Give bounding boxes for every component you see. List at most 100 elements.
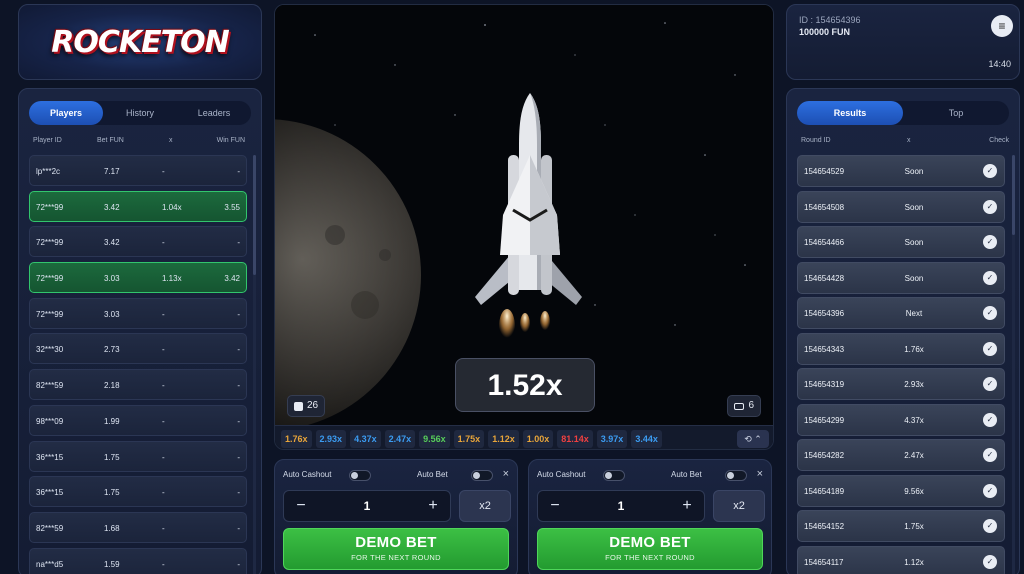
results-scrollbar[interactable] bbox=[1012, 155, 1015, 574]
round-multiplier: Soon bbox=[904, 238, 924, 247]
decrease-button[interactable]: − bbox=[540, 491, 570, 521]
player-win: - bbox=[237, 523, 240, 533]
close-icon[interactable]: × bbox=[757, 468, 763, 480]
result-row[interactable]: 154654529 Soon ✓ bbox=[797, 155, 1005, 187]
players-scrollbar-thumb[interactable] bbox=[253, 155, 256, 275]
player-row: 72***99 3.42 - - bbox=[29, 226, 247, 258]
player-id: 82***59 bbox=[36, 381, 64, 391]
bet-panel-1: Auto Cashout Auto Bet × − 1 + x2 DEMO BE… bbox=[274, 459, 518, 574]
auto-bet-toggle[interactable] bbox=[471, 470, 493, 481]
col-check: Check bbox=[989, 137, 1009, 144]
bet-amount-input[interactable]: 1 bbox=[314, 491, 420, 521]
bet-amount-input[interactable]: 1 bbox=[568, 491, 674, 521]
player-multiplier: - bbox=[162, 381, 165, 391]
player-row: 72***99 3.03 - - bbox=[29, 297, 247, 329]
players-count-icon bbox=[294, 401, 303, 411]
round-multiplier: 2.93x bbox=[904, 380, 924, 389]
player-id: 72***99 bbox=[36, 202, 64, 212]
player-win: - bbox=[237, 488, 240, 498]
double-bet-button[interactable]: x2 bbox=[459, 490, 511, 522]
double-bet-button[interactable]: x2 bbox=[713, 490, 765, 522]
auto-bet-toggle[interactable] bbox=[725, 470, 747, 481]
results-panel: Results Top Round ID x Check 154654529 So… bbox=[786, 88, 1020, 574]
result-row[interactable]: 154654152 1.75x ✓ bbox=[797, 510, 1005, 542]
result-row[interactable]: 154654466 Soon ✓ bbox=[797, 226, 1005, 258]
demo-bet-subtitle: FOR THE NEXT ROUND bbox=[605, 553, 695, 562]
toggle-knob bbox=[727, 472, 734, 479]
shield-check-icon[interactable]: ✓ bbox=[983, 448, 997, 462]
round-id: 154654396 bbox=[804, 309, 845, 318]
tab-history[interactable]: History bbox=[103, 101, 177, 125]
result-row[interactable]: 154654396 Next ✓ bbox=[797, 297, 1005, 329]
bet-amount-stepper: − 1 + bbox=[283, 490, 451, 522]
results-list: 154654529 Soon ✓ 154654508 Soon ✓ 154654466 Soo… bbox=[797, 155, 1005, 574]
shield-check-icon[interactable]: ✓ bbox=[983, 306, 997, 320]
increase-button[interactable]: + bbox=[418, 491, 448, 521]
round-id: 154654428 bbox=[804, 273, 845, 283]
result-row[interactable]: 154654428 Soon ✓ bbox=[797, 261, 1005, 294]
demo-bet-subtitle: FOR THE NEXT ROUND bbox=[351, 553, 441, 562]
shield-check-icon[interactable]: ✓ bbox=[983, 199, 997, 214]
shield-check-icon[interactable]: ✓ bbox=[983, 554, 997, 569]
player-multiplier: - bbox=[162, 238, 165, 248]
player-multiplier: 1.04x bbox=[162, 202, 182, 212]
toggle-knob bbox=[351, 472, 358, 479]
result-row[interactable]: 154654343 1.76x ✓ bbox=[797, 332, 1005, 365]
rocketon-logo: ROCKETON bbox=[51, 25, 229, 60]
decrease-button[interactable]: − bbox=[286, 491, 316, 521]
player-bet: 3.42 bbox=[104, 202, 120, 212]
round-multiplier: Next bbox=[905, 309, 923, 318]
player-row: 98***09 1.99 - - bbox=[29, 404, 247, 436]
clock-time: 14:40 bbox=[988, 59, 1011, 69]
round-id: 154654529 bbox=[804, 167, 845, 176]
player-multiplier: - bbox=[162, 559, 165, 569]
increase-button[interactable]: + bbox=[672, 491, 702, 521]
player-multiplier: - bbox=[162, 345, 165, 355]
shield-check-icon[interactable]: ✓ bbox=[983, 341, 997, 356]
shield-check-icon[interactable]: ✓ bbox=[983, 270, 997, 285]
hamburger-icon[interactable]: ≡ bbox=[991, 15, 1013, 37]
player-row: 36***15 1.75 - - bbox=[29, 440, 247, 472]
bet-panel-2-options: Auto Cashout Auto Bet × bbox=[537, 468, 763, 482]
player-multiplier: - bbox=[162, 452, 165, 462]
player-row: 82***59 1.68 - - bbox=[29, 511, 247, 543]
close-icon[interactable]: × bbox=[503, 468, 509, 480]
players-scrollbar[interactable] bbox=[253, 155, 256, 574]
col-win: Win FUN bbox=[216, 137, 245, 144]
game-panel: 1.52x 26 6 1.76x 2.93x 4.37x 2.47x 9.56x 1.75… bbox=[274, 4, 774, 450]
col-player-id: Player ID bbox=[33, 137, 62, 144]
demo-bet-button[interactable]: DEMO BET FOR THE NEXT ROUND bbox=[537, 528, 763, 570]
player-row: 36***15 1.75 - - bbox=[29, 476, 247, 508]
result-row[interactable]: 154654319 2.93x ✓ bbox=[797, 368, 1005, 400]
player-id: 72***99 bbox=[36, 274, 64, 284]
history-expand-button[interactable]: ⟲ ⌃ bbox=[737, 430, 769, 448]
tab-results[interactable]: Results bbox=[797, 101, 903, 125]
demo-bet-button[interactable]: DEMO BET FOR THE NEXT ROUND bbox=[283, 528, 509, 570]
tab-players[interactable]: Players bbox=[29, 101, 103, 125]
shield-check-icon[interactable]: ✓ bbox=[983, 377, 997, 391]
player-id: 72***99 bbox=[36, 309, 64, 319]
result-row[interactable]: 154654282 2.47x ✓ bbox=[797, 439, 1005, 471]
results-scrollbar-thumb[interactable] bbox=[1012, 155, 1015, 235]
history-chip: 3.97x bbox=[596, 430, 628, 448]
players-count: 26 bbox=[307, 400, 319, 411]
bets-count: 6 bbox=[748, 400, 754, 411]
auto-cashout-toggle[interactable] bbox=[603, 470, 625, 481]
result-row[interactable]: 154654508 Soon ✓ bbox=[797, 190, 1005, 223]
shield-check-icon[interactable]: ✓ bbox=[983, 164, 997, 178]
shield-check-icon[interactable]: ✓ bbox=[983, 235, 997, 249]
players-list: lp***2c 7.17- -72***99 3.42 1.04x 3.55 72***99… bbox=[29, 155, 247, 574]
result-row[interactable]: 154654299 4.37x ✓ bbox=[797, 403, 1005, 436]
tab-leaders[interactable]: Leaders bbox=[177, 101, 251, 125]
player-win: - bbox=[237, 452, 240, 462]
result-row[interactable]: 154654117 1.12x ✓ bbox=[797, 545, 1005, 574]
result-row[interactable]: 154654189 9.56x ✓ bbox=[797, 474, 1005, 507]
tab-top[interactable]: Top bbox=[903, 101, 1009, 125]
player-id: 72***99 bbox=[36, 238, 64, 248]
shield-check-icon[interactable]: ✓ bbox=[983, 519, 997, 533]
player-multiplier: - bbox=[162, 523, 165, 533]
auto-cashout-toggle[interactable] bbox=[349, 470, 371, 481]
shield-check-icon[interactable]: ✓ bbox=[983, 412, 997, 427]
player-row: 32***30 2.73 - - bbox=[29, 333, 247, 365]
shield-check-icon[interactable]: ✓ bbox=[983, 483, 997, 498]
